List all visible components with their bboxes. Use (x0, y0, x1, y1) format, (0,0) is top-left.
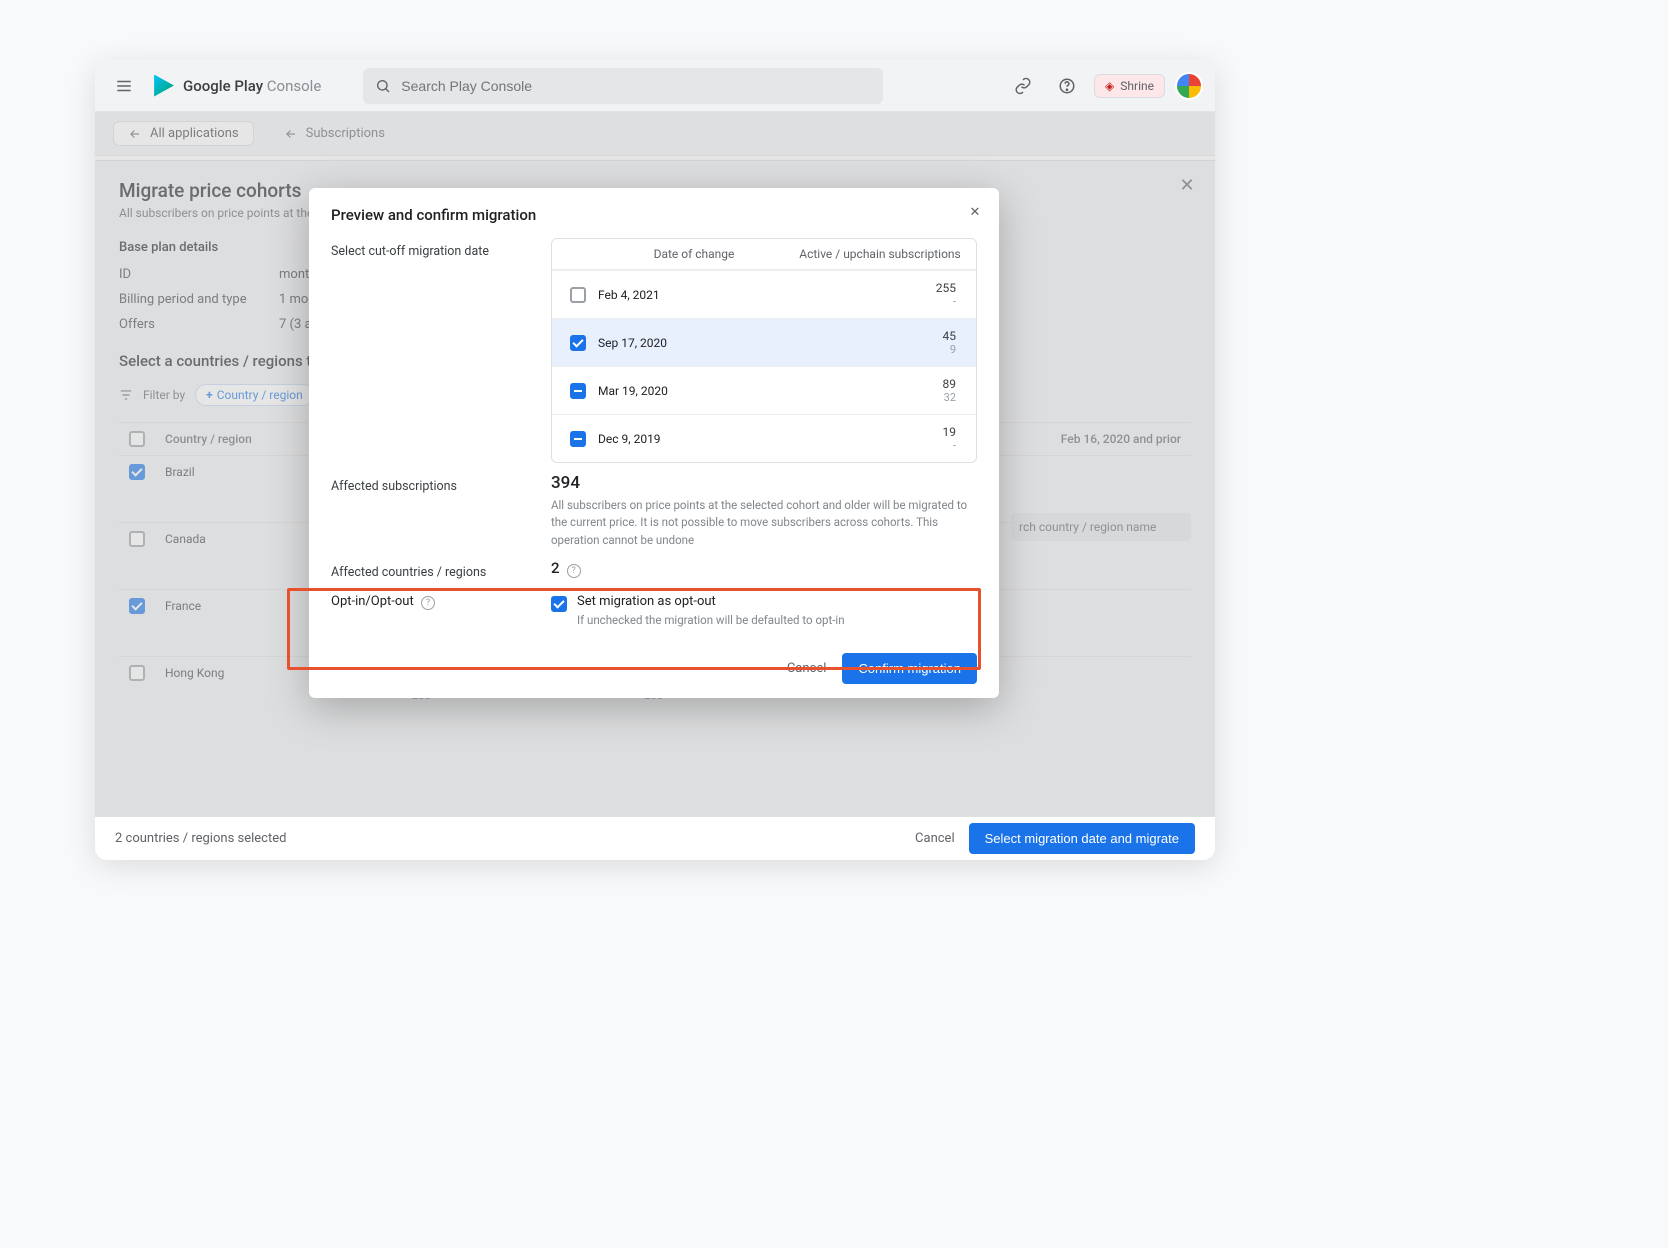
opt-check-label: Set migration as opt-out (577, 594, 845, 609)
menu-icon[interactable] (107, 69, 141, 103)
subs-value: 459 (790, 329, 970, 356)
selected-count: 2 countries / regions selected (115, 831, 286, 846)
brand: Google Play Console (153, 75, 321, 97)
date-table: Date of change Active / upchain subscrip… (551, 238, 977, 463)
row-checkbox[interactable] (129, 464, 145, 480)
field-bill-v: 1 mor (279, 292, 313, 307)
account-chip[interactable]: ◈ Shrine (1094, 74, 1165, 98)
date-value: Sep 17, 2020 (598, 336, 790, 350)
select-all-checkbox[interactable] (129, 431, 145, 447)
row-checkbox[interactable] (129, 598, 145, 614)
brand-main: Google Play (183, 77, 263, 95)
crumb-text: Subscriptions (306, 126, 385, 141)
date-row[interactable]: Sep 17, 2020 459 (552, 318, 976, 366)
breadcrumb[interactable]: Subscriptions (284, 126, 385, 141)
help-icon[interactable]: ? (567, 564, 581, 578)
modal-title: Preview and confirm migration (331, 206, 977, 224)
field-id-v: montl (279, 267, 312, 282)
confirm-migration-modal: ✕ Preview and confirm migration Select c… (309, 188, 999, 698)
filter-icon (119, 388, 133, 402)
row-checkbox[interactable] (129, 531, 145, 547)
opt-out-checkbox[interactable] (551, 596, 567, 612)
account-name: Shrine (1120, 79, 1154, 93)
chip-label: Country / region (217, 388, 303, 402)
opt-label: Opt-in/Opt-out ? (331, 594, 531, 610)
date-row[interactable]: Feb 4, 2021 255- (552, 270, 976, 318)
date-checkbox[interactable] (570, 383, 586, 399)
google-avatar[interactable] (1175, 72, 1203, 100)
field-offers-k: Offers (119, 317, 279, 332)
cancel-button[interactable]: Cancel (915, 831, 955, 846)
field-bill-k: Billing period and type (119, 292, 279, 307)
help-icon[interactable]: ? (421, 596, 435, 610)
bottom-bar: 2 countries / regions selected Cancel Se… (95, 816, 1215, 860)
diamond-icon: ◈ (1105, 79, 1114, 93)
date-checkbox[interactable] (570, 431, 586, 447)
affected-regions-value: 2 (551, 559, 560, 577)
affected-regions-label: Affected countries / regions (331, 559, 531, 580)
help-icon[interactable] (1050, 69, 1084, 103)
search-input[interactable] (401, 78, 871, 94)
back-label: All applications (150, 126, 239, 141)
hdr-subs: Active / upchain subscriptions (790, 247, 970, 261)
link-icon[interactable] (1006, 69, 1040, 103)
date-value: Mar 19, 2020 (598, 384, 790, 398)
back-all-apps[interactable]: All applications (113, 121, 254, 146)
affected-subs-value: 394 (551, 473, 977, 493)
affected-subs-help: All subscribers on price points at the s… (551, 497, 977, 549)
app-bar: Google Play Console ◈ Shrine (95, 60, 1215, 112)
search-box[interactable] (363, 68, 883, 104)
date-row[interactable]: Dec 9, 2019 19- (552, 414, 976, 462)
subs-value: 8932 (790, 377, 970, 404)
date-value: Dec 9, 2019 (598, 432, 790, 446)
filter-by-label: Filter by (143, 388, 185, 402)
cutoff-label: Select cut-off migration date (331, 238, 531, 259)
brand-sub: Console (267, 77, 322, 95)
search-icon (375, 78, 391, 94)
subs-value: 19- (790, 425, 970, 452)
opt-row: Opt-in/Opt-out ? Set migration as opt-ou… (331, 580, 977, 645)
filter-chip-country[interactable]: + Country / region (195, 384, 314, 406)
field-id-k: ID (119, 267, 279, 282)
arrow-left-icon (284, 127, 298, 141)
date-checkbox[interactable] (570, 287, 586, 303)
date-checkbox[interactable] (570, 335, 586, 351)
search-region-placeholder: rch country / region name (1019, 520, 1156, 534)
subs-value: 255- (790, 281, 970, 308)
sub-header: All applications Subscriptions (95, 112, 1215, 156)
affected-subs-label: Affected subscriptions (331, 473, 531, 494)
date-row[interactable]: Mar 19, 2020 8932 (552, 366, 976, 414)
modal-cancel-button[interactable]: Cancel (787, 661, 827, 676)
hdr-date: Date of change (598, 247, 790, 261)
arrow-left-icon (128, 127, 142, 141)
confirm-migration-button[interactable]: Confirm migration (842, 653, 977, 684)
search-region-input[interactable]: rch country / region name (1011, 513, 1191, 541)
field-offers-v: 7 (3 a (279, 317, 312, 332)
select-migrate-button[interactable]: Select migration date and migrate (969, 823, 1195, 854)
opt-sub: If unchecked the migration will be defau… (577, 613, 845, 627)
row-checkbox[interactable] (129, 665, 145, 681)
modal-close-icon[interactable]: ✕ (961, 198, 989, 226)
close-icon[interactable]: ✕ (1173, 171, 1201, 199)
date-value: Feb 4, 2021 (598, 288, 790, 302)
play-logo-icon (153, 75, 175, 97)
